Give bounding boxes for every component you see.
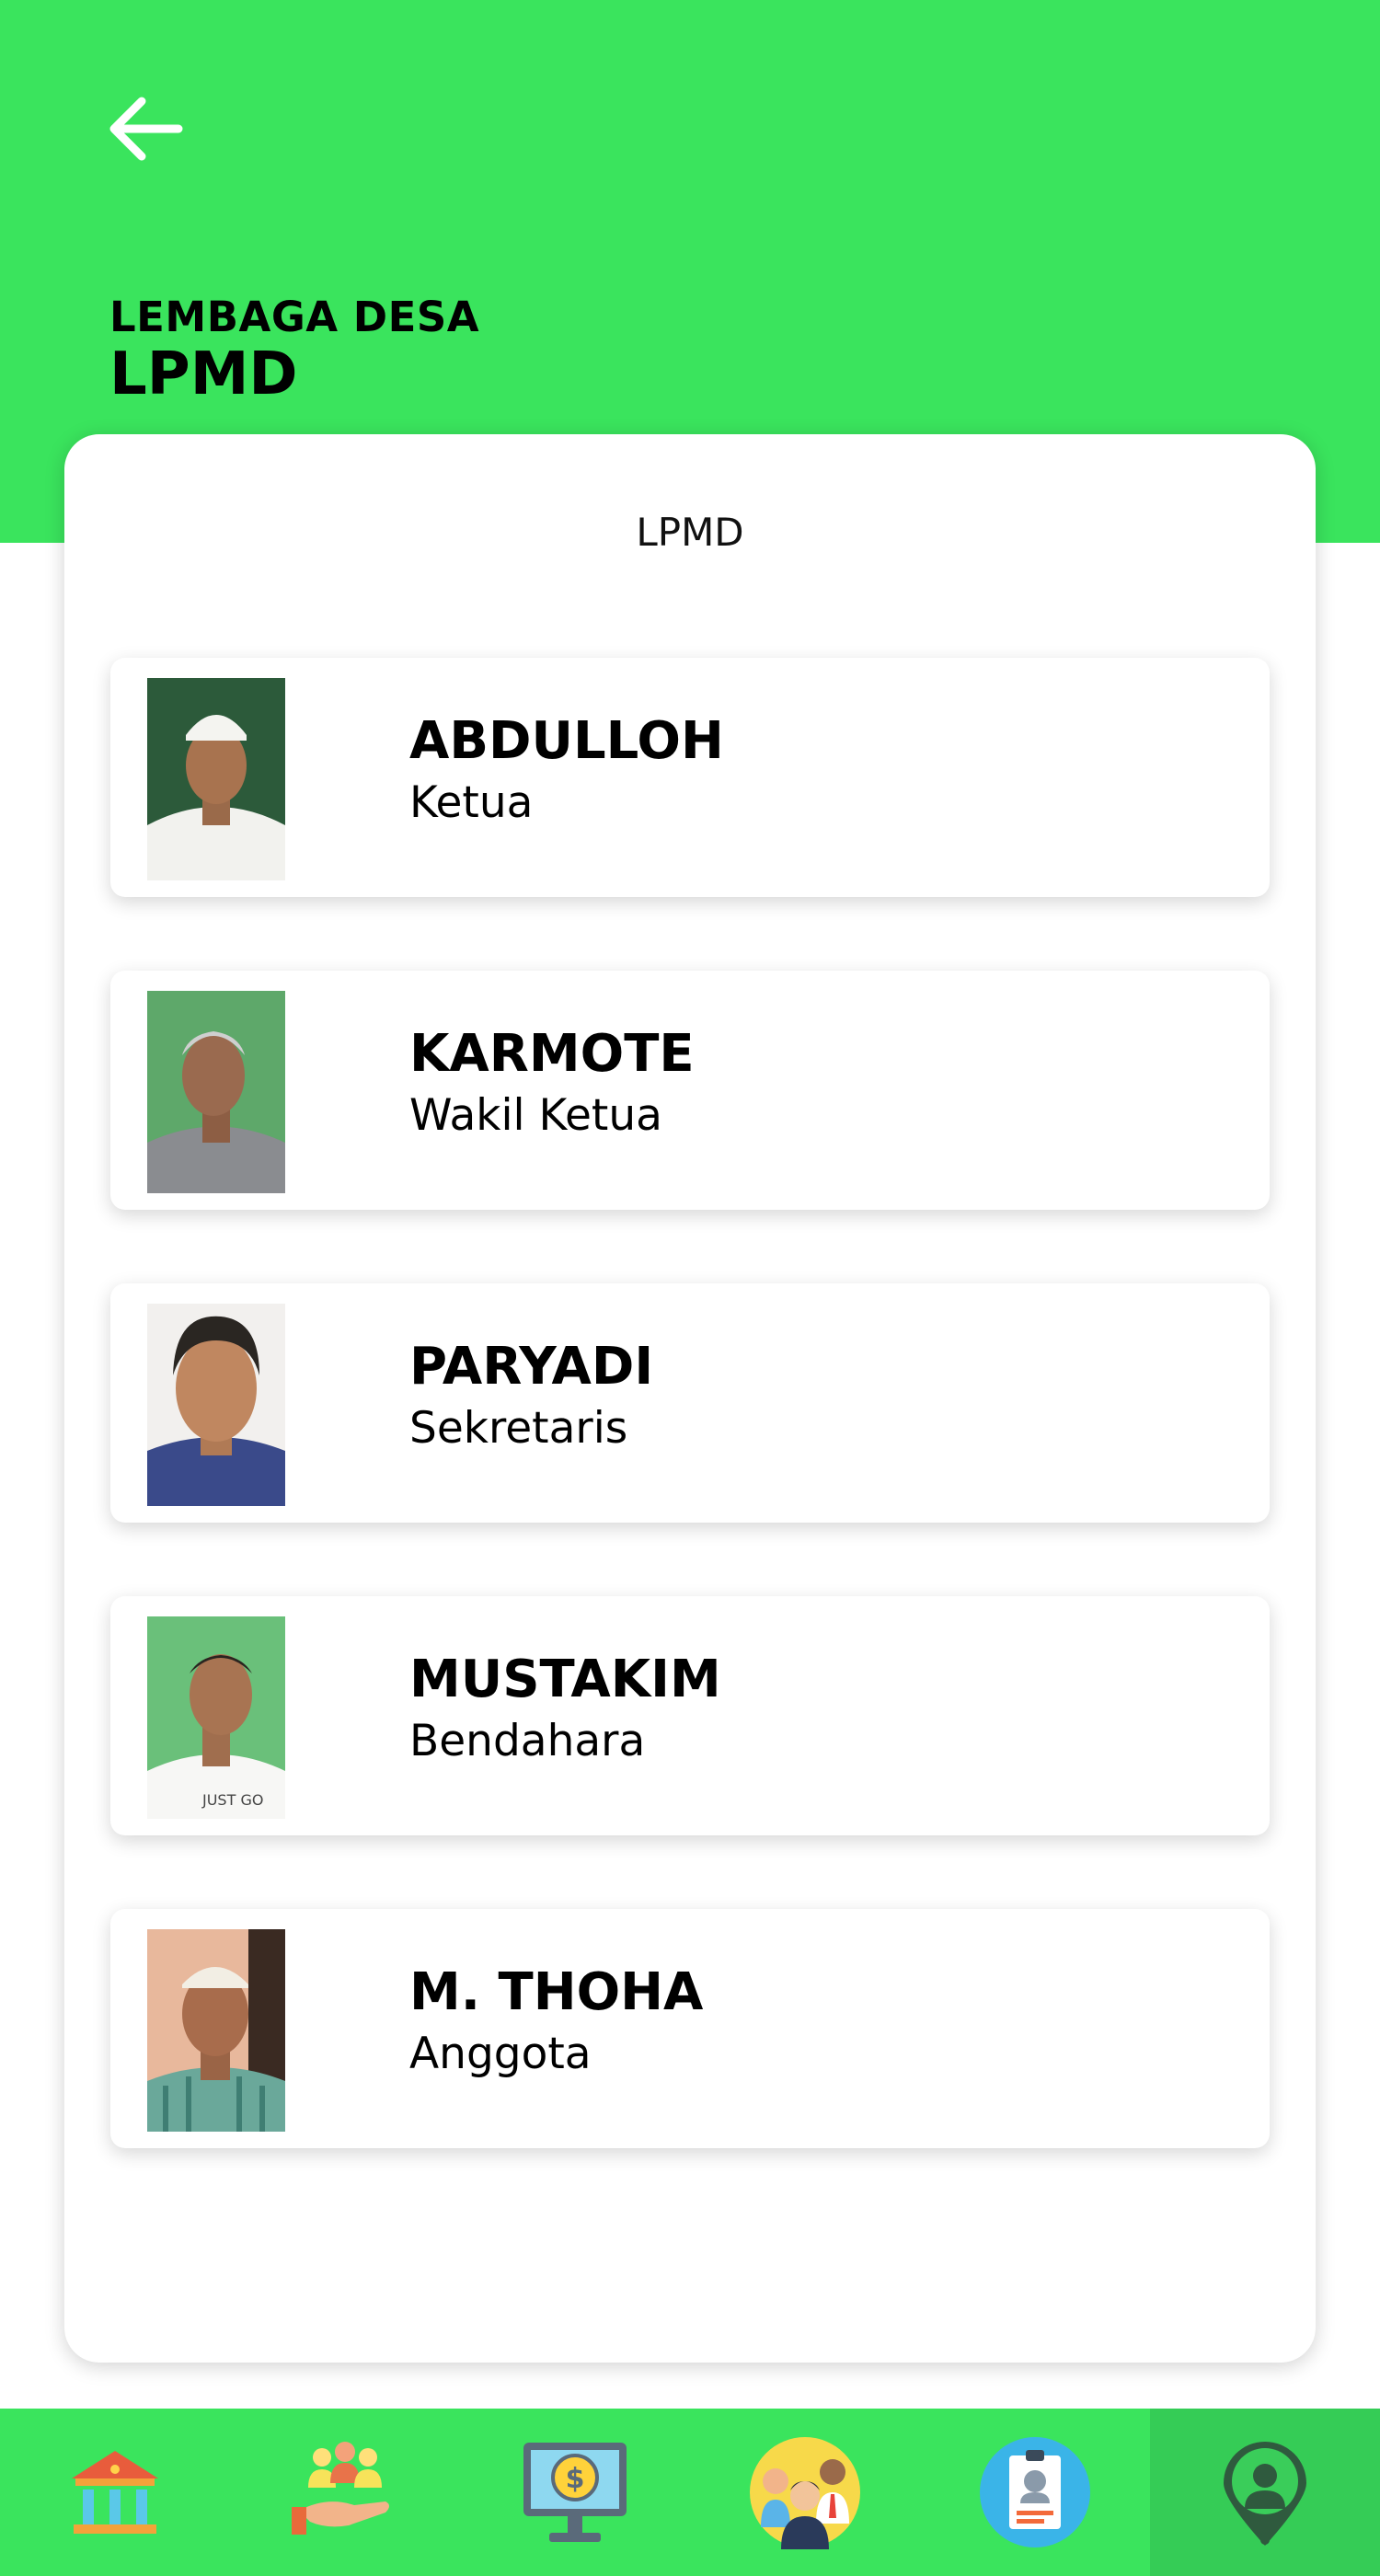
nav-item-location[interactable] bbox=[1150, 2409, 1380, 2576]
bank-icon bbox=[72, 2451, 158, 2534]
nav-item-id-card[interactable] bbox=[920, 2409, 1150, 2576]
member-card-abdulloh[interactable]: ABDULLOH Ketua bbox=[110, 658, 1270, 897]
avatar bbox=[147, 991, 285, 1193]
avatar: JUST GO bbox=[147, 1616, 285, 1819]
location-person-icon bbox=[1224, 2442, 1306, 2546]
member-card-paryadi[interactable]: PARYADI Sekretaris bbox=[110, 1283, 1270, 1523]
member-role: Sekretaris bbox=[409, 1403, 628, 1454]
id-card-icon bbox=[980, 2437, 1090, 2547]
svg-text:$: $ bbox=[566, 2463, 585, 2495]
finance-monitor-icon: $ bbox=[523, 2443, 627, 2542]
member-role: Wakil Ketua bbox=[409, 1090, 662, 1141]
nav-item-finance[interactable]: $ bbox=[460, 2409, 690, 2576]
back-button[interactable] bbox=[99, 85, 191, 173]
nav-item-community[interactable] bbox=[230, 2409, 460, 2576]
avatar bbox=[147, 1929, 285, 2132]
member-card-mustakim[interactable]: JUST GO MUSTAKIM Bendahara bbox=[110, 1596, 1270, 1835]
member-role: Anggota bbox=[409, 2029, 592, 2079]
community-hand-icon bbox=[292, 2442, 389, 2535]
page-subtitle: LEMBAGA DESA bbox=[109, 293, 480, 341]
member-name: MUSTAKIM bbox=[409, 1650, 721, 1709]
member-name: KARMOTE bbox=[409, 1024, 695, 1084]
arrow-left-icon bbox=[109, 97, 183, 161]
bottom-nav: $ bbox=[0, 2409, 1380, 2576]
page-title: LPMD bbox=[109, 340, 298, 408]
member-role: Bendahara bbox=[409, 1716, 646, 1766]
svg-text:JUST GO: JUST GO bbox=[201, 1791, 263, 1809]
members-card: LPMD ABDULLOH Ketua KARMOTE Wakil Ketua … bbox=[64, 434, 1316, 2363]
member-role: Ketua bbox=[409, 777, 534, 828]
member-card-karmote[interactable]: KARMOTE Wakil Ketua bbox=[110, 971, 1270, 1210]
avatar bbox=[147, 678, 285, 880]
nav-item-people[interactable] bbox=[690, 2409, 920, 2576]
member-name: M. THOHA bbox=[409, 1962, 704, 2022]
avatar bbox=[147, 1304, 285, 1506]
member-name: PARYADI bbox=[409, 1337, 654, 1397]
member-name: ABDULLOH bbox=[409, 711, 724, 771]
nav-item-bank[interactable] bbox=[0, 2409, 230, 2576]
card-title: LPMD bbox=[636, 510, 744, 555]
member-card-m-thoha[interactable]: M. THOHA Anggota bbox=[110, 1909, 1270, 2148]
people-group-icon bbox=[750, 2437, 860, 2549]
